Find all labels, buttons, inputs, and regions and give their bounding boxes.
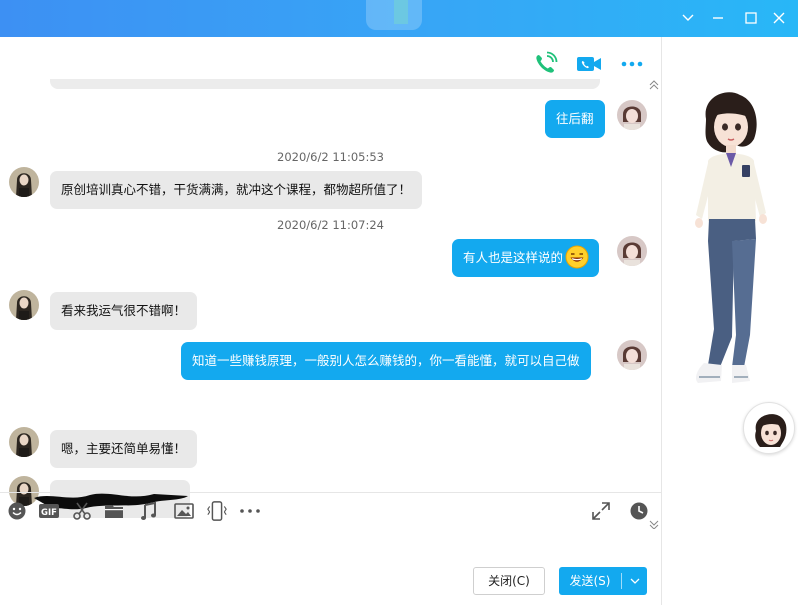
contact-avatar[interactable] (9, 290, 39, 320)
image-icon[interactable] (173, 500, 195, 522)
send-button[interactable]: 发送(S) (559, 567, 647, 595)
emoji-icon[interactable] (6, 500, 28, 522)
title-bar (0, 0, 798, 37)
message-bubble-out[interactable]: 有人也是这样说的 (452, 239, 600, 277)
message-text: 有人也是这样说的 (463, 250, 564, 265)
input-toolbar: GIF (0, 500, 661, 530)
chat-panel: 往后翻 2020/6/2 11:05:53 原创培训真心不错，干货满满，就冲这个… (0, 37, 661, 605)
previous-message-bubble (50, 79, 600, 89)
expand-icon[interactable] (590, 500, 612, 522)
video-icon[interactable] (576, 51, 602, 77)
my-avatar[interactable] (617, 236, 647, 266)
message-list[interactable]: 往后翻 2020/6/2 11:05:53 原创培训真心不错，干货满满，就冲这个… (0, 79, 661, 529)
chevron-down-icon[interactable] (676, 6, 700, 30)
folder-icon[interactable] (103, 500, 125, 522)
music-icon[interactable] (138, 500, 160, 522)
close-button[interactable]: 关闭(C) (473, 567, 545, 595)
message-bubble-in[interactable]: 看来我运气很不错啊！ (50, 292, 198, 330)
scissors-icon[interactable] (71, 500, 93, 522)
timestamp: 2020/6/2 11:05:53 (277, 150, 384, 164)
more-icon[interactable] (620, 51, 644, 77)
title-decoration (366, 0, 422, 30)
show-avatar-button[interactable] (743, 402, 795, 454)
show-avatar-figure[interactable] (684, 89, 784, 404)
contact-avatar[interactable] (9, 427, 39, 457)
chevron-down-icon[interactable] (622, 567, 647, 595)
message-bubble-in[interactable]: 嗯，主要还简单易懂！ (50, 430, 198, 468)
message-input[interactable] (8, 534, 653, 562)
contact-avatar[interactable] (9, 167, 39, 197)
message-bubble-out[interactable]: 往后翻 (545, 100, 605, 138)
scroll-up-icon[interactable] (648, 79, 660, 91)
maximize-icon[interactable] (739, 6, 763, 30)
shake-icon[interactable] (206, 500, 228, 522)
input-divider (0, 492, 661, 493)
svg-text:GIF: GIF (41, 508, 57, 518)
more-icon[interactable] (239, 500, 261, 522)
phone-icon[interactable] (532, 51, 558, 77)
message-bubble-in[interactable]: 原创培训真心不错，干货满满，就冲这个课程，都物超所值了！ (50, 171, 423, 209)
my-avatar[interactable] (617, 100, 647, 130)
message-bubble-out[interactable]: 知道一些赚钱原理，一般别人怎么赚钱的，你一看能懂，就可以自己做 (181, 342, 591, 380)
send-button-label[interactable]: 发送(S) (559, 567, 621, 595)
minimize-icon[interactable] (706, 6, 730, 30)
gif-icon[interactable]: GIF (38, 500, 60, 522)
my-avatar[interactable] (617, 340, 647, 370)
close-icon[interactable] (767, 6, 791, 30)
show-panel (662, 37, 798, 605)
timestamp: 2020/6/2 11:07:24 (277, 218, 384, 232)
grin-emoji-icon (565, 245, 589, 284)
history-icon[interactable] (628, 500, 650, 522)
